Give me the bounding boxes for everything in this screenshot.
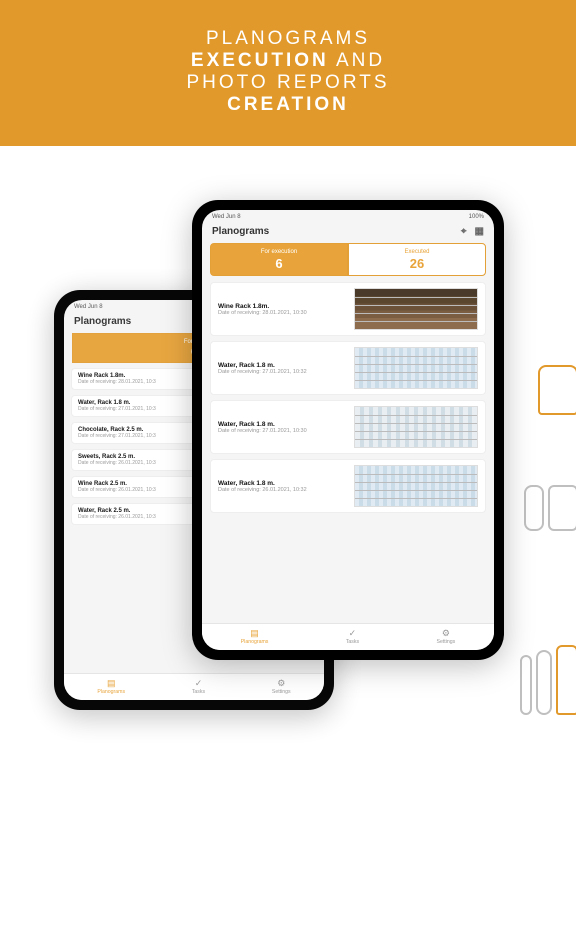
planograms-icon: ▤ — [107, 679, 116, 688]
nav-label: Planograms — [97, 689, 125, 695]
tasks-icon: ✓ — [349, 629, 357, 638]
planogram-card[interactable]: Water, Rack 1.8 m.Date of receiving: 27.… — [210, 400, 486, 454]
status-tabs: For execution 6 Executed 26 — [202, 243, 494, 276]
planogram-thumbnail — [354, 465, 478, 507]
stage: Wed Jun 8 100% Planograms For exe 6 Wine… — [0, 175, 576, 768]
statusbar: Wed Jun 8 100% — [202, 210, 494, 222]
nav-planograms[interactable]: ▤ Planograms — [97, 679, 125, 695]
tab-count: 26 — [349, 256, 485, 271]
hero-line1: PLANOGRAMS — [206, 28, 370, 49]
nav-label: Settings — [437, 639, 456, 645]
status-time: Wed Jun 8 — [74, 304, 103, 310]
decorative-shelf-art — [508, 345, 576, 945]
planogram-card[interactable]: Wine Rack 1.8m.Date of receiving: 28.01.… — [210, 282, 486, 336]
planogram-thumbnail — [354, 347, 478, 389]
nav-label: Planograms — [241, 639, 269, 645]
nav-settings[interactable]: ⚙ Settings — [437, 629, 456, 645]
hero-banner: PLANOGRAMS EXECUTION AND PHOTO REPORTS C… — [0, 0, 576, 146]
card-title: Water, Rack 1.8 m. — [218, 362, 348, 369]
card-title: Water, Rack 1.8 m. — [218, 421, 348, 428]
nav-tasks[interactable]: ✓ Tasks — [192, 679, 205, 695]
planogram-card[interactable]: Water, Rack 1.8 m.Date of receiving: 26.… — [210, 459, 486, 513]
card-title: Water, Rack 1.8 m. — [218, 480, 348, 487]
nav-tasks[interactable]: ✓ Tasks — [346, 629, 359, 645]
page-title: Planograms — [212, 226, 269, 237]
scan-icon[interactable]: ⌖ — [461, 226, 467, 237]
grid-view-icon[interactable]: ▦ — [475, 226, 484, 237]
nav-planograms[interactable]: ▤ Planograms — [241, 629, 269, 645]
planograms-icon: ▤ — [250, 629, 259, 638]
card-subtitle: Date of receiving: 27.01.2021, 10:30 — [218, 428, 348, 434]
status-time: Wed Jun 8 — [212, 214, 241, 220]
planogram-list[interactable]: Wine Rack 1.8m.Date of receiving: 28.01.… — [202, 276, 494, 623]
page-title: Planograms — [74, 316, 131, 327]
card-subtitle: Date of receiving: 26.01.2021, 10:32 — [218, 487, 348, 493]
planogram-thumbnail — [354, 406, 478, 448]
card-title: Wine Rack 1.8m. — [218, 303, 348, 310]
planogram-thumbnail — [354, 288, 478, 330]
hero-line4: PHOTO REPORTS — [187, 72, 390, 93]
nav-label: Tasks — [346, 639, 359, 645]
settings-icon: ⚙ — [277, 679, 285, 688]
tab-for-execution[interactable]: For execution 6 — [210, 243, 348, 276]
nav-settings[interactable]: ⚙ Settings — [272, 679, 291, 695]
nav-label: Settings — [272, 689, 291, 695]
hero-line3: AND — [329, 50, 385, 71]
tab-label: For execution — [261, 249, 297, 255]
nav-label: Tasks — [192, 689, 205, 695]
tab-executed[interactable]: Executed 26 — [348, 243, 486, 276]
planogram-card[interactable]: Water, Rack 1.8 m.Date of receiving: 27.… — [210, 341, 486, 395]
hero-line5: CREATION — [227, 94, 349, 115]
tasks-icon: ✓ — [195, 679, 203, 688]
tablet-front: Wed Jun 8 100% Planograms ⌖ ▦ For execut… — [192, 200, 504, 660]
card-subtitle: Date of receiving: 28.01.2021, 10:30 — [218, 310, 348, 316]
status-right: 100% — [469, 214, 484, 220]
page-title-row: Planograms ⌖ ▦ — [202, 222, 494, 243]
tab-count: 6 — [211, 256, 347, 271]
card-subtitle: Date of receiving: 27.01.2021, 10:32 — [218, 369, 348, 375]
bottom-nav: ▤ Planograms ✓ Tasks ⚙ Settings — [64, 673, 324, 700]
hero-line2: EXECUTION — [191, 50, 329, 71]
settings-icon: ⚙ — [442, 629, 450, 638]
tab-label: Executed — [404, 249, 429, 255]
bottom-nav: ▤ Planograms ✓ Tasks ⚙ Settings — [202, 623, 494, 650]
